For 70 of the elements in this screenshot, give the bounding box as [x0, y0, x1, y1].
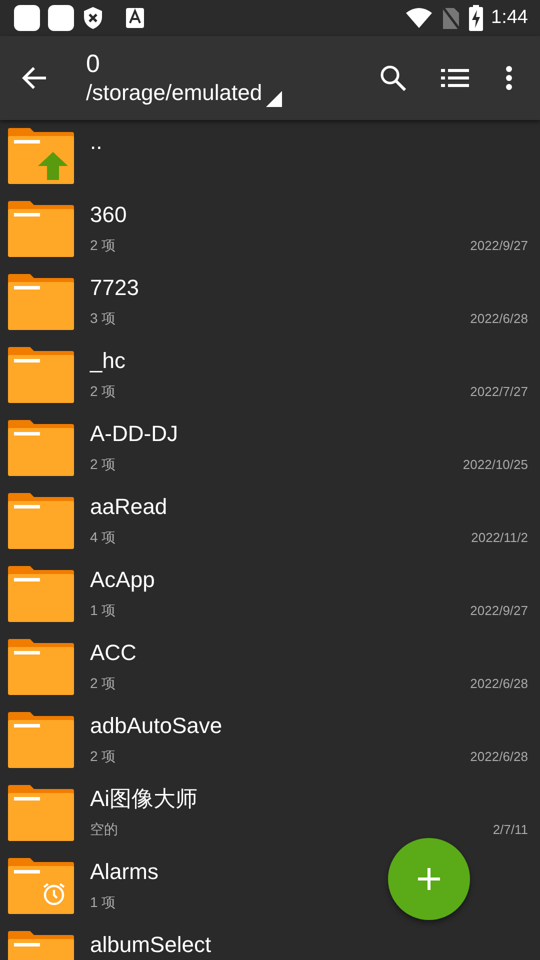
- folder-icon: [8, 785, 74, 841]
- folder-row[interactable]: A-DD-DJ 2 项 2022/10/25: [0, 412, 540, 485]
- folder-row[interactable]: ACC 2 项 2022/6/28: [0, 631, 540, 704]
- modified-date: 2022/9/27: [470, 602, 528, 620]
- folder-row[interactable]: 7723 3 项 2022/6/28: [0, 266, 540, 339]
- folder-icon: [8, 712, 74, 768]
- modified-date: 2022/7/27: [470, 382, 528, 401]
- dropdown-triangle-icon: [266, 91, 282, 107]
- modified-date: 2022/11/2: [471, 528, 528, 547]
- modified-date: 2022/6/28: [470, 748, 528, 766]
- folder-name: aaRead: [90, 495, 168, 519]
- folder-row[interactable]: Alarms 1 项: [0, 850, 540, 923]
- folder-row[interactable]: aaRead 4 项 2022/11/2: [0, 485, 540, 558]
- item-count: 空的: [90, 820, 118, 839]
- modified-date: 2022/6/28: [470, 310, 528, 328]
- modified-date: 2022/9/27: [470, 236, 528, 255]
- folder-name: ..: [90, 130, 102, 154]
- folder-icon: [8, 566, 74, 622]
- folder-name: albumSelect: [90, 933, 212, 957]
- folder-row[interactable]: adbAutoSave 2 项 2022/6/28: [0, 704, 540, 777]
- folder-name: ACC: [90, 641, 136, 665]
- item-count: 3 项: [90, 309, 116, 328]
- more-icon: [505, 66, 513, 90]
- folder-up-icon: [8, 128, 74, 184]
- modified-date: 2022/10/25: [462, 456, 528, 474]
- folder-name: _hc: [90, 349, 126, 373]
- item-count: 4 项: [90, 528, 116, 547]
- folder-icon: [8, 639, 74, 695]
- item-count: 1 项: [90, 601, 116, 620]
- plus-icon: [417, 867, 441, 891]
- folder-name: AcApp: [90, 568, 155, 592]
- battery-icon: [469, 5, 484, 31]
- folder-row[interactable]: albumSelect: [0, 923, 540, 960]
- folder-icon: [8, 274, 74, 330]
- keyboard-icon: [126, 8, 144, 28]
- clock-time: 1:44: [491, 6, 528, 30]
- shield-icon: [82, 6, 104, 30]
- folder-row[interactable]: ..: [0, 120, 540, 193]
- item-count: 2 项: [90, 236, 116, 255]
- search-icon: [380, 65, 406, 91]
- folder-row[interactable]: Ai图像大师 空的 2/7/11: [0, 777, 540, 850]
- folder-row[interactable]: AcApp 1 项 2022/9/27: [0, 558, 540, 631]
- folder-name: 360: [90, 203, 127, 227]
- wifi-icon: [405, 7, 434, 29]
- folder-icon: [8, 347, 74, 403]
- folder-name: adbAutoSave: [90, 714, 222, 738]
- back-arrow-icon: [22, 66, 48, 90]
- folder-icon: [8, 420, 74, 476]
- item-count: 2 项: [90, 747, 116, 766]
- folder-row[interactable]: 360 2 项 2022/9/27: [0, 193, 540, 266]
- folder-title: 0: [86, 49, 101, 79]
- folder-name: 7723: [90, 276, 139, 300]
- item-count: 2 项: [90, 455, 116, 474]
- folder-row[interactable]: _hc 2 项 2022/7/27: [0, 339, 540, 412]
- path-dropdown[interactable]: /storage/emulated: [86, 79, 282, 107]
- item-count: 2 项: [90, 382, 116, 401]
- modified-date: 2/7/11: [492, 820, 528, 839]
- item-count: 2 项: [90, 674, 116, 693]
- folder-name: Alarms: [90, 860, 158, 884]
- item-count: 1 项: [90, 893, 116, 912]
- folder-name: A-DD-DJ: [90, 422, 178, 446]
- folder-icon: [8, 493, 74, 549]
- no-sim-icon: [441, 5, 462, 31]
- folder-icon: [8, 201, 74, 257]
- folder-name: Ai图像大师: [90, 787, 198, 811]
- notification-icon: [14, 5, 40, 31]
- alarm-folder-icon: [8, 858, 74, 914]
- notification-icon: [48, 5, 74, 31]
- modified-date: 2022/6/28: [470, 674, 528, 693]
- list-icon: [441, 69, 469, 87]
